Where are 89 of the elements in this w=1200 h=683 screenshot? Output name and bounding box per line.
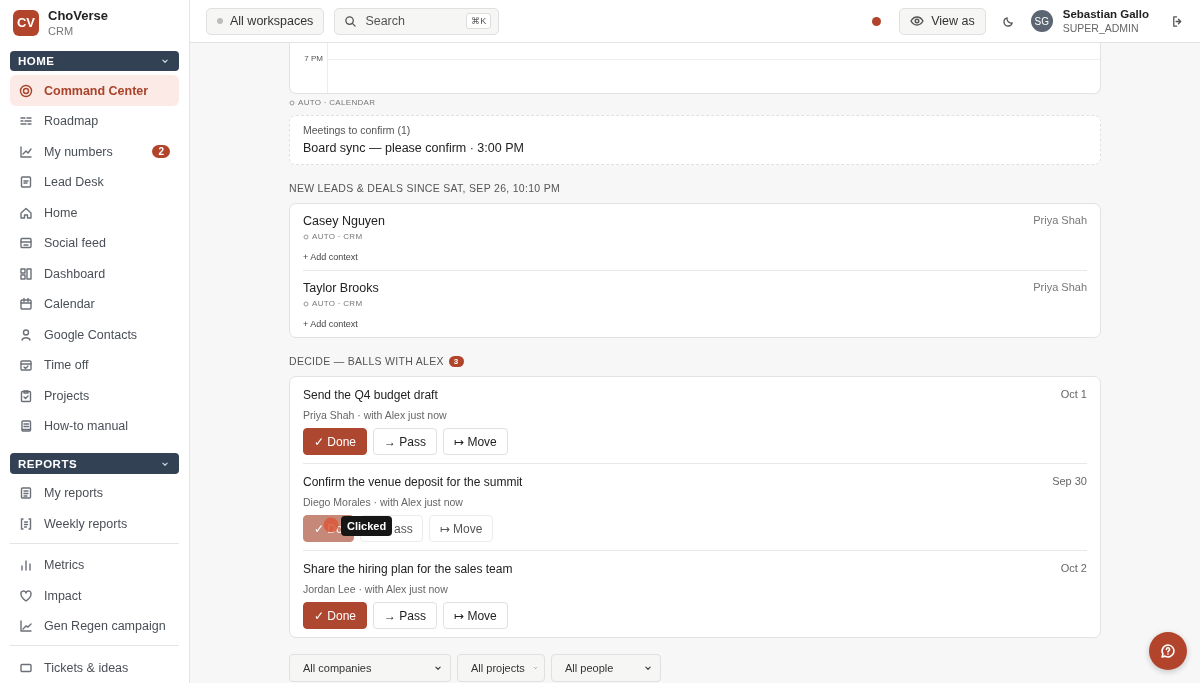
document-icon bbox=[19, 486, 33, 501]
circle-icon bbox=[303, 300, 309, 307]
user-avatar[interactable]: SG bbox=[1030, 10, 1053, 32]
bar-chart-icon bbox=[19, 558, 33, 573]
sidebar-item[interactable]: Social feed bbox=[10, 228, 179, 259]
sidebar-item[interactable]: Tickets & ideas bbox=[10, 652, 179, 683]
filter-dropdown[interactable]: All projects bbox=[457, 654, 545, 682]
circle-icon bbox=[289, 99, 295, 106]
count-badge: 2 bbox=[152, 145, 170, 159]
calendar-check-icon bbox=[19, 358, 33, 373]
home-icon bbox=[19, 205, 33, 220]
sidebar-item[interactable]: Dashboard bbox=[10, 258, 179, 290]
due-date: Oct 2 bbox=[1060, 562, 1087, 576]
owner-name: Priya Shah bbox=[1033, 281, 1087, 295]
task-meta: Priya Shah · with Alex just now bbox=[303, 409, 448, 421]
add-context-link[interactable]: + Add context bbox=[303, 319, 358, 329]
filter-dropdown[interactable]: All people bbox=[551, 654, 661, 682]
user-name: Sebastian Gallo bbox=[1062, 8, 1149, 20]
source-label: AUTO · CALENDAR bbox=[298, 98, 376, 107]
task-meta: Diego Morales · with Alex just now bbox=[303, 496, 464, 508]
recording-indicator bbox=[872, 16, 882, 26]
view-as-button[interactable]: View as bbox=[899, 7, 986, 35]
lead-name: Casey Nguyen bbox=[303, 214, 385, 228]
person-icon bbox=[19, 327, 33, 342]
sidebar-item[interactable]: My numbers 2 bbox=[10, 136, 179, 167]
sidebar-item[interactable]: Command Center bbox=[10, 75, 179, 106]
due-date: Sep 30 bbox=[1052, 475, 1087, 489]
action-button[interactable]: ↦ Move bbox=[428, 515, 494, 542]
action-button[interactable]: → Pass bbox=[373, 602, 438, 629]
circle-icon bbox=[303, 233, 309, 240]
sidebar-item[interactable]: Metrics bbox=[10, 549, 179, 581]
sidebar-item[interactable]: Impact bbox=[10, 580, 179, 611]
book-icon bbox=[19, 419, 33, 434]
workspace-selector[interactable]: All workspaces bbox=[206, 7, 325, 35]
done-button[interactable]: ✓ Done bbox=[303, 428, 368, 455]
help-button[interactable] bbox=[1149, 632, 1187, 670]
task-title: Confirm the venue deposit for the summit bbox=[303, 475, 523, 489]
count-badge: 3 bbox=[448, 355, 464, 367]
sidebar-item[interactable]: Roadmap bbox=[10, 106, 179, 137]
action-button[interactable]: ↦ Move bbox=[443, 602, 508, 629]
sidebar-item[interactable]: Weekly reports bbox=[10, 508, 179, 539]
sidebar-item[interactable]: Gen Regen campaign bbox=[10, 610, 179, 642]
bracket-document-icon bbox=[19, 516, 33, 531]
sidebar-item[interactable]: Projects bbox=[10, 380, 179, 412]
task-meta: Jordan Lee · with Alex just now bbox=[303, 583, 449, 595]
clipboard-icon bbox=[19, 388, 33, 403]
moon-icon bbox=[1001, 14, 1015, 28]
action-button[interactable]: → Pass bbox=[373, 428, 438, 455]
add-context-link[interactable]: + Add context bbox=[303, 252, 358, 262]
line-chart-icon bbox=[19, 144, 33, 159]
filter-dropdown[interactable]: All companies bbox=[289, 654, 451, 682]
sidebar-item[interactable]: Time off bbox=[10, 350, 179, 381]
task-title: Send the Q4 budget draft bbox=[303, 388, 439, 402]
section-heading: DECIDE — BALLS WITH ALEX bbox=[289, 355, 444, 367]
meeting-text: Board sync — please confirm · 3:00 PM bbox=[303, 141, 525, 155]
brand-name: ChoVerse bbox=[48, 8, 108, 23]
dashboard-icon bbox=[19, 266, 33, 281]
line-chart-icon bbox=[19, 619, 33, 634]
section-header[interactable]: REPORTS bbox=[10, 453, 179, 474]
sidebar-item[interactable]: How-to manual bbox=[10, 411, 179, 442]
sidebar-item[interactable]: Home bbox=[10, 197, 179, 229]
source-label: AUTO · CRM bbox=[312, 232, 363, 241]
user-role: SUPER_ADMIN bbox=[1062, 22, 1140, 34]
time-label: 7 PM bbox=[303, 54, 323, 63]
brand-subtitle: CRM bbox=[48, 25, 75, 37]
lead-name: Taylor Brooks bbox=[303, 281, 379, 295]
source-label: AUTO · CRM bbox=[312, 299, 363, 308]
sidebar-item[interactable]: My reports bbox=[10, 477, 179, 509]
done-button[interactable]: ✓ Done bbox=[303, 602, 368, 629]
section-heading: NEW LEADS & DEALS SINCE SAT, SEP 26, 10:10 PM bbox=[289, 182, 561, 194]
task-title: Share the hiring plan for the sales team bbox=[303, 562, 513, 576]
calendar-icon bbox=[19, 297, 33, 312]
help-chat-icon bbox=[1160, 643, 1176, 659]
section-header[interactable]: HOME bbox=[10, 51, 179, 72]
owner-name: Priya Shah bbox=[1033, 214, 1087, 228]
sidebar-item[interactable]: Google Contacts bbox=[10, 319, 179, 351]
eye-icon bbox=[910, 14, 925, 28]
brand-logo: CV bbox=[13, 9, 39, 36]
target-icon bbox=[19, 83, 33, 98]
card-title: Meetings to confirm (1) bbox=[303, 124, 412, 136]
action-button[interactable]: ↦ Move bbox=[443, 428, 508, 455]
due-date: Oct 1 bbox=[1060, 388, 1087, 402]
document-icon bbox=[19, 175, 33, 190]
sidebar-item[interactable]: Calendar bbox=[10, 289, 179, 320]
sidebar-item[interactable]: Lead Desk bbox=[10, 167, 179, 198]
logout-icon bbox=[1171, 14, 1184, 28]
tooltip: Clicked bbox=[341, 516, 393, 536]
heart-icon bbox=[19, 588, 33, 603]
feed-icon bbox=[19, 236, 33, 251]
